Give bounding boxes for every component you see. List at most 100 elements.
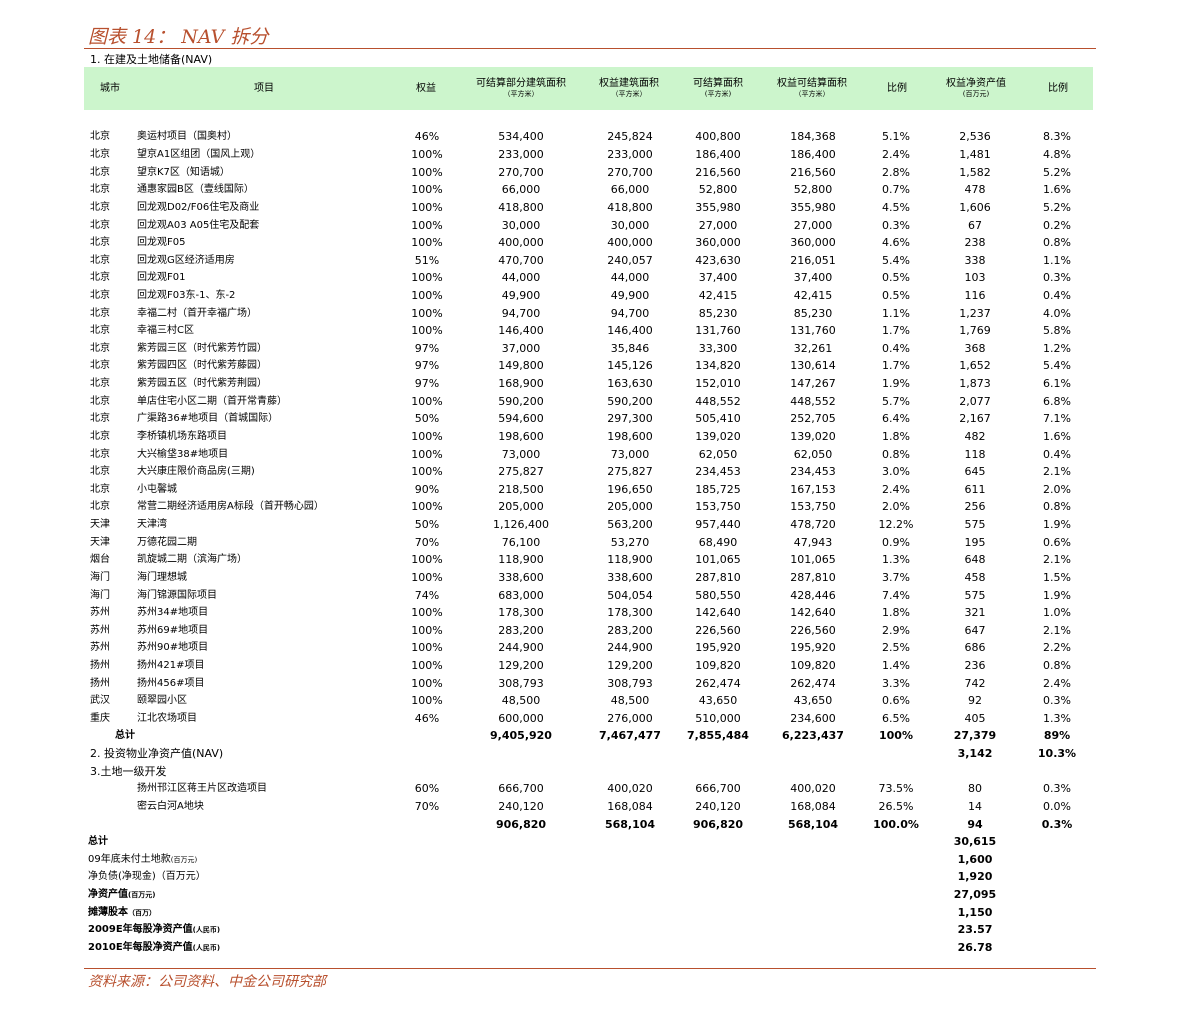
cell-value: 368 bbox=[964, 341, 986, 355]
cell-city: 北京 bbox=[90, 395, 110, 407]
cell-value: 185,725 bbox=[695, 482, 741, 496]
cell-value: 44,000 bbox=[501, 271, 541, 285]
cell-project: 扬州456#项目 bbox=[137, 677, 205, 689]
cell-value: 37,000 bbox=[501, 341, 541, 355]
cell-value: 4.5% bbox=[882, 200, 910, 214]
table-row: 海门 海门锦源国际项目 74% 683,000 504,054 580,550 428,44… bbox=[0, 587, 1191, 605]
cell-value: 6.5% bbox=[882, 711, 910, 725]
cell-value: 0.3% bbox=[1043, 782, 1071, 796]
footer-rule bbox=[84, 968, 1096, 969]
cell-value: 23.57 bbox=[957, 923, 993, 937]
cell-value: 43,650 bbox=[793, 694, 833, 708]
cell-value: 262,474 bbox=[695, 676, 741, 690]
cell-value: 94,700 bbox=[610, 306, 650, 320]
cell-value: 686 bbox=[964, 641, 986, 655]
cell-value: 8.3% bbox=[1043, 130, 1071, 144]
cell-value: 534,400 bbox=[498, 130, 544, 144]
cell-value: 0.2% bbox=[1043, 218, 1071, 232]
cell-project: 苏州69#地项目 bbox=[137, 624, 209, 636]
cell-value: 2.4% bbox=[1043, 676, 1071, 690]
cell-value: 226,560 bbox=[695, 623, 741, 637]
cell-value: 0.4% bbox=[1043, 447, 1071, 461]
cell-value: 2,077 bbox=[959, 394, 991, 408]
cell-value: 1.4% bbox=[882, 659, 910, 672]
table-row: 北京 望京K7区（知语城） 100% 270,700 270,700 216,560 216… bbox=[0, 164, 1191, 182]
cell-value: 245,824 bbox=[607, 130, 653, 144]
cell-value: 52,800 bbox=[698, 183, 738, 197]
cell-project: 常营二期经济适用房A标段（首开畅心园） bbox=[137, 501, 324, 513]
cell-value: 683,000 bbox=[498, 588, 544, 602]
title-rule bbox=[84, 48, 1096, 49]
cell-value: 418,800 bbox=[498, 200, 544, 214]
cell-value: 66,000 bbox=[501, 183, 541, 197]
cell-value: 216,051 bbox=[790, 253, 836, 267]
summary-row: 净资产值(百万元) 27,095 bbox=[0, 886, 1191, 904]
section-2-row: 2. 投资物业净资产值(NAV) 3,142 10.3% bbox=[0, 745, 1191, 763]
table-row: 北京 小屯馨城 90% 218,500 196,650 185,725 167,153 2.4… bbox=[0, 481, 1191, 499]
cell-value: 149,800 bbox=[498, 359, 544, 373]
cell-city: 北京 bbox=[90, 149, 110, 161]
table-row: 天津 天津湾 50% 1,126,400 563,200 957,440 478,720 12… bbox=[0, 516, 1191, 534]
cell-value: 100% bbox=[411, 288, 443, 302]
cell-value: 26.78 bbox=[957, 940, 993, 954]
cell-value: 482 bbox=[964, 429, 986, 443]
cell-value: 7.4% bbox=[882, 588, 910, 602]
cell-value: 6.8% bbox=[1043, 394, 1071, 408]
cell-value: 74% bbox=[414, 588, 440, 602]
cell-project: 大兴康庄限价商品房(三期) bbox=[137, 466, 255, 478]
cell-value: 142,640 bbox=[790, 606, 836, 620]
cell-value: 236 bbox=[964, 659, 986, 672]
cell-value: 590,200 bbox=[498, 394, 544, 408]
cell-value: 46% bbox=[414, 130, 440, 144]
cell-value: 27,000 bbox=[793, 218, 833, 232]
cell-value: 287,810 bbox=[695, 570, 741, 584]
cell-value: 163,630 bbox=[607, 377, 653, 391]
cell-value: 92 bbox=[968, 694, 982, 708]
table-row: 北京 常营二期经济适用房A标段（首开畅心园） 100% 205,000 205,000 1… bbox=[0, 498, 1191, 516]
cell-city: 北京 bbox=[90, 483, 110, 495]
cell-value: 275,827 bbox=[498, 465, 544, 479]
cell-value: 0.3% bbox=[1041, 817, 1073, 831]
cell-value: 42,415 bbox=[698, 288, 738, 302]
cell-value: 76,100 bbox=[501, 535, 541, 549]
cell-project: 海门锦源国际项目 bbox=[137, 589, 217, 601]
cell-value: 355,980 bbox=[695, 200, 741, 214]
cell-project: 奥运村项目（国奥村） bbox=[137, 131, 237, 143]
cell-value: 1.8% bbox=[882, 429, 910, 443]
cell-value: 400,020 bbox=[790, 782, 836, 796]
cell-project: 扬州421#项目 bbox=[137, 660, 205, 671]
cell-value: 27,095 bbox=[953, 888, 997, 902]
cell-value: 100% bbox=[879, 729, 913, 743]
cell-value: 129,200 bbox=[498, 659, 544, 672]
cell-value: 100% bbox=[411, 183, 443, 197]
cell-value: 10.3% bbox=[1037, 747, 1077, 761]
summary-label: 2009E年每股净资产值(人民币) bbox=[88, 924, 221, 936]
cell-value: 100% bbox=[411, 165, 443, 179]
cell-value: 470,700 bbox=[498, 253, 544, 267]
cell-value: 238 bbox=[964, 236, 986, 250]
table-row: 北京 回龙观G区经济适用房 51% 470,700 240,057 423,630 216,… bbox=[0, 252, 1191, 270]
cell-project: 幸福二村（首开幸福广场） bbox=[137, 307, 257, 319]
cell-city: 扬州 bbox=[90, 660, 110, 671]
cell-value: 50% bbox=[414, 518, 440, 532]
cell-value: 2.2% bbox=[1043, 641, 1071, 655]
cell-value: 1,652 bbox=[959, 359, 991, 373]
cell-project: 颐翠园小区 bbox=[137, 695, 187, 707]
cell-value: 49,900 bbox=[610, 288, 650, 302]
cell-value: 139,020 bbox=[790, 429, 836, 443]
cell-value: 5.2% bbox=[1043, 165, 1071, 179]
cell-value: 418,800 bbox=[607, 200, 653, 214]
cell-value: 504,054 bbox=[607, 588, 653, 602]
cell-value: 30,615 bbox=[953, 835, 997, 849]
cell-value: 240,120 bbox=[498, 799, 544, 813]
cell-value: 100% bbox=[411, 324, 443, 338]
cell-value: 196,650 bbox=[607, 482, 653, 496]
cell-city: 北京 bbox=[90, 307, 110, 319]
cell-value: 0.5% bbox=[882, 271, 910, 285]
cell-value: 44,000 bbox=[610, 271, 650, 285]
cell-project: 望京A1区组团（国风上观） bbox=[137, 149, 261, 161]
cell-value: 0.9% bbox=[882, 535, 910, 549]
cell-value: 27,000 bbox=[698, 218, 738, 232]
cell-value: 360,000 bbox=[695, 236, 741, 250]
summary-unit: （百万） bbox=[128, 908, 156, 917]
